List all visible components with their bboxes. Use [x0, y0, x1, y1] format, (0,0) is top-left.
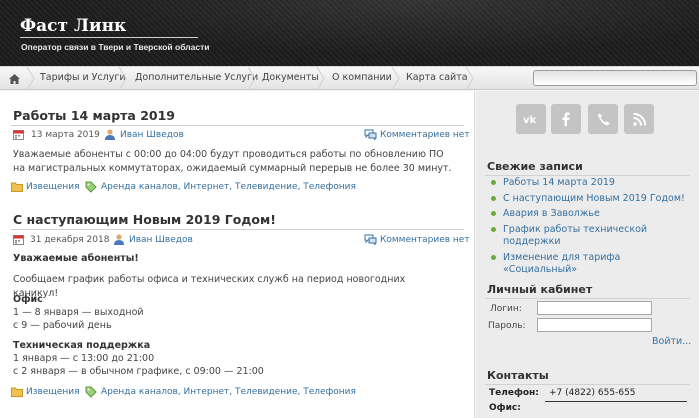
post-comments-link[interactable]: Комментариев нет — [380, 235, 470, 245]
phone-label: Телефон: — [489, 388, 539, 398]
support-heading: Техническая поддержка — [13, 340, 151, 351]
sidebar-divider — [485, 175, 690, 176]
recent-posts-title: Свежие записи — [487, 160, 583, 173]
folder-icon — [11, 182, 23, 192]
nav-separator — [247, 67, 256, 90]
post-category-link[interactable]: Извещения — [26, 387, 80, 397]
bullet-icon — [491, 196, 496, 201]
post-tags[interactable]: Аренда каналов, Интернет, Телевидение, Т… — [101, 182, 356, 192]
post-greeting: Уважаемые абоненты! — [13, 253, 139, 264]
nav-separator — [391, 67, 400, 90]
post-author[interactable]: Иван Шведов — [129, 235, 193, 245]
rss-icon[interactable] — [624, 104, 654, 134]
post-title[interactable]: С наступающим Новым 2019 Годом! — [13, 212, 276, 227]
nav-separator — [465, 67, 474, 90]
post-category-link[interactable]: Извещения — [26, 182, 80, 192]
post-date: 13 марта 2019 — [31, 130, 100, 140]
bullet-icon — [491, 255, 496, 260]
calendar-icon — [13, 130, 24, 140]
login-label: Логин: — [490, 304, 522, 314]
vk-icon[interactable]: vk — [516, 104, 546, 134]
user-icon — [114, 234, 124, 245]
office-line: с 9 — рабочий день — [13, 320, 112, 331]
bullet-icon — [491, 211, 496, 216]
login-link[interactable]: Войти... — [652, 336, 691, 347]
password-input[interactable] — [537, 318, 652, 332]
nav-separator — [118, 67, 127, 90]
bullet-icon — [491, 227, 496, 232]
support-line: с 2 января — в обычном графике, с 09:00 … — [13, 366, 264, 377]
login-input[interactable] — [537, 301, 652, 315]
nav-item-documents[interactable]: Документы — [262, 67, 319, 90]
recent-post-link[interactable]: С наступающим Новым 2019 Годом! — [503, 193, 688, 205]
contact-divider — [545, 401, 687, 402]
sidebar-divider — [485, 384, 690, 385]
office-heading: Офис — [13, 294, 43, 305]
main-nav: Тарифы и Услуги Дополнительные Услуги До… — [0, 66, 699, 90]
nav-item-about[interactable]: О компании — [332, 67, 392, 90]
post-date: 31 декабря 2018 — [30, 235, 110, 245]
post-body: Уважаемые абоненты с 00:00 до 04:00 буду… — [13, 149, 452, 174]
comment-icon — [364, 129, 377, 140]
recent-post-link[interactable]: График работы технической поддержки — [503, 224, 653, 248]
nav-separator — [316, 67, 325, 90]
contacts-title: Контакты — [487, 369, 549, 382]
recent-post-link[interactable]: Авария в Заволжье — [503, 208, 688, 220]
support-line: 1 января — с 13:00 до 21:00 — [13, 353, 155, 364]
post-tags[interactable]: Аренда каналов, Интернет, Телевидение, Т… — [101, 387, 356, 397]
folder-icon — [11, 387, 23, 397]
post-title-divider — [11, 229, 464, 230]
nav-item-sitemap[interactable]: Карта сайта — [406, 67, 468, 90]
svg-text:vk: vk — [523, 115, 537, 124]
site-tagline: Оператор связи в Твери и Тверской област… — [21, 42, 210, 52]
bullet-icon — [491, 180, 496, 185]
nav-item-tariffs[interactable]: Тарифы и Услуги — [40, 67, 126, 90]
user-icon — [105, 129, 115, 140]
post-title-divider — [11, 125, 464, 126]
office-label: Офис: — [489, 403, 521, 413]
phone-value: +7 (4822) 655-655 — [549, 388, 636, 398]
nav-item-extra-services[interactable]: Дополнительные Услуги — [135, 67, 258, 90]
title-underline — [20, 37, 198, 38]
comment-icon — [364, 234, 377, 245]
post-title[interactable]: Работы 14 марта 2019 — [13, 108, 175, 123]
search-input[interactable] — [533, 70, 697, 86]
cabinet-title: Личный кабинет — [487, 283, 593, 296]
recent-post-link[interactable]: Работы 14 марта 2019 — [503, 177, 688, 189]
calendar-icon — [13, 235, 24, 245]
phone-icon[interactable] — [588, 104, 618, 134]
password-label: Пароль: — [488, 321, 526, 331]
facebook-icon[interactable] — [551, 104, 581, 134]
tag-icon — [85, 386, 97, 398]
post-comments-link[interactable]: Комментариев нет — [380, 130, 470, 140]
office-line: 1 — 8 января — выходной — [13, 307, 144, 318]
post-author[interactable]: Иван Шведов — [120, 130, 184, 140]
tag-icon — [85, 181, 97, 193]
nav-separator — [26, 67, 35, 90]
sidebar-divider — [485, 298, 690, 299]
home-icon[interactable] — [0, 67, 28, 90]
site-title[interactable]: Фаст Линк — [20, 16, 126, 36]
recent-post-link[interactable]: Изменение для тарифа «Социальный» — [503, 252, 688, 276]
